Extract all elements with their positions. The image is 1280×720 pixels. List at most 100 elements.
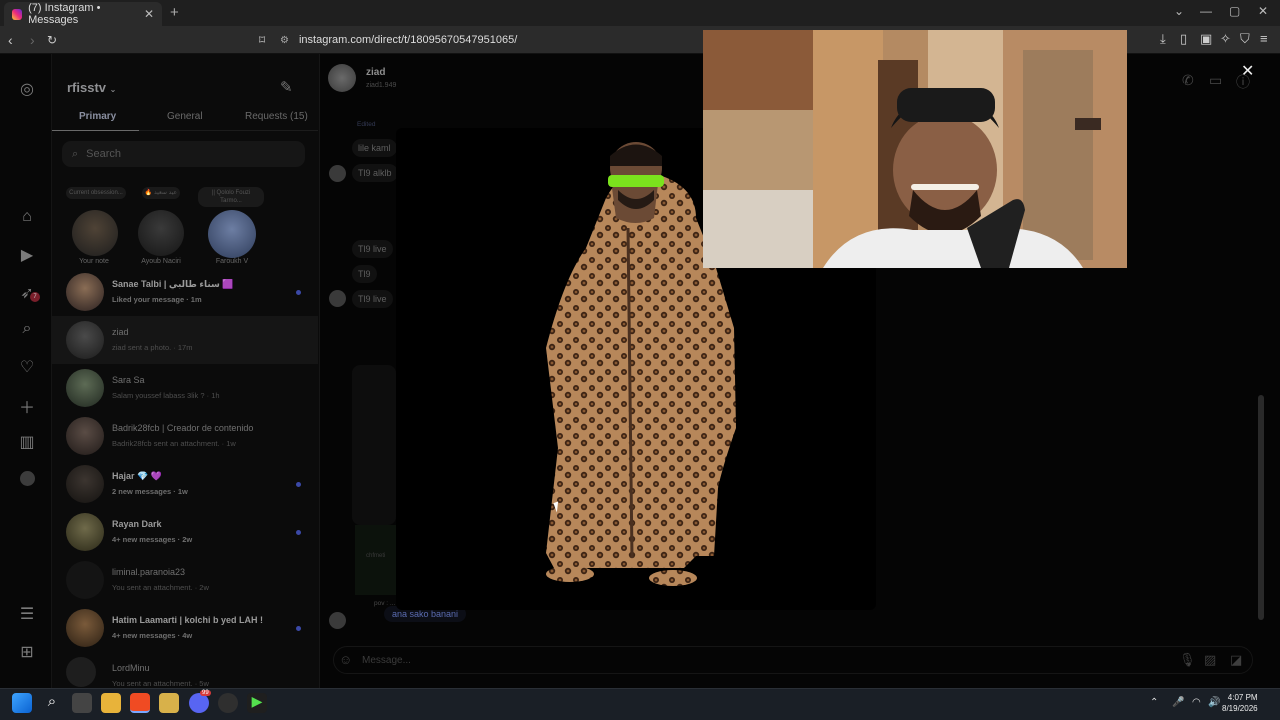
volume-icon[interactable]: 🔊 bbox=[1208, 697, 1220, 708]
emoji-icon[interactable]: ☺ bbox=[339, 652, 352, 667]
tab-general[interactable]: General bbox=[167, 111, 203, 122]
conversation-name: LordMinu bbox=[112, 663, 150, 673]
browser-tab[interactable]: (7) Instagram • Messages ✕ bbox=[4, 2, 162, 26]
minimize-button[interactable]: — bbox=[1200, 4, 1212, 18]
shared-media-preview[interactable] bbox=[352, 365, 396, 525]
avatar[interactable] bbox=[72, 210, 118, 256]
conversation-name: Hatim Laamarti | kolchi b yed LAH ! bbox=[112, 615, 264, 625]
task-view-icon[interactable] bbox=[72, 693, 92, 713]
webcam-overlay bbox=[703, 30, 1127, 268]
site-info-icon[interactable]: ⚙ bbox=[280, 35, 289, 46]
clock[interactable]: 4:07 PM 8/19/2026 bbox=[1222, 692, 1258, 714]
forward-icon[interactable]: › bbox=[30, 32, 35, 48]
reload-icon[interactable]: ↻ bbox=[47, 33, 57, 47]
search-field[interactable]: ⌕ Search bbox=[62, 141, 305, 167]
home-icon[interactable]: ⌂ bbox=[17, 208, 37, 226]
bookmark-icon[interactable]: ⌑ bbox=[259, 33, 265, 47]
maximize-button[interactable]: ▢ bbox=[1229, 4, 1240, 18]
conversation-preview: Salam youssef labass 3lik ? · 1h bbox=[112, 391, 220, 400]
profile-avatar[interactable] bbox=[20, 471, 35, 486]
message-bubble: Tl9 live bbox=[352, 240, 393, 258]
taskbar-search-icon[interactable]: ⌕ bbox=[42, 693, 62, 713]
brave-browser-icon[interactable] bbox=[130, 693, 150, 713]
leo-ai-icon[interactable]: ✧ bbox=[1220, 31, 1231, 47]
video-call-icon[interactable]: ▭ bbox=[1209, 72, 1222, 89]
discord-icon[interactable] bbox=[189, 693, 209, 713]
voice-message-icon[interactable]: 🎙 bbox=[1179, 652, 1196, 668]
edited-label: Edited bbox=[357, 121, 376, 128]
clock-time: 4:07 PM bbox=[1227, 693, 1258, 702]
conversation-preview: 4+ new messages · 4w bbox=[112, 631, 193, 640]
start-windows-icon[interactable] bbox=[12, 693, 32, 713]
avatar bbox=[329, 165, 346, 182]
note-bubble[interactable]: Current obsession... bbox=[63, 187, 129, 199]
instagram-logo-icon[interactable]: ◎ bbox=[17, 79, 37, 99]
avatar bbox=[66, 321, 104, 359]
tab-search-icon[interactable]: ⌄ bbox=[1174, 4, 1184, 18]
chat-handle: ziad1.949 bbox=[366, 82, 397, 89]
obs-icon[interactable] bbox=[218, 693, 238, 713]
discord-badge: 99 bbox=[200, 690, 211, 696]
tab-requests[interactable]: Requests (15) bbox=[245, 111, 308, 122]
reels-icon[interactable]: ▶ bbox=[17, 245, 37, 265]
tab-primary[interactable]: Primary bbox=[79, 111, 116, 122]
vpn-shield-icon[interactable]: ⛉ bbox=[1240, 31, 1250, 47]
unread-dot bbox=[296, 530, 301, 535]
back-icon[interactable]: ‹ bbox=[8, 32, 13, 48]
message-bubble: Tl9 bbox=[352, 265, 377, 283]
note-bubble[interactable]: || Qololo Fouzi Tarmo... bbox=[198, 187, 264, 207]
avatar bbox=[66, 513, 104, 551]
download-icon[interactable]: ⤓ bbox=[1160, 31, 1166, 47]
avatar bbox=[66, 273, 104, 311]
conversation-name: Sanae Talbi | سناء طالبي 🟪 bbox=[112, 279, 234, 289]
conversation-preview: Badrik28fcb sent an attachment. · 1w bbox=[112, 439, 236, 448]
microphone-icon[interactable]: 🎤 bbox=[1172, 697, 1184, 708]
url-field[interactable]: ⚙ instagram.com/direct/t/180956705479510… bbox=[280, 30, 705, 50]
unread-dot bbox=[296, 626, 301, 631]
conversation-name: ziad bbox=[112, 327, 129, 337]
note-bubble[interactable]: 🔥 عيد سعيد bbox=[128, 187, 194, 199]
add-photo-icon[interactable]: ▨ bbox=[1204, 652, 1216, 668]
file-explorer-icon[interactable] bbox=[101, 693, 121, 713]
unread-dot bbox=[296, 290, 301, 295]
tab-close-icon[interactable]: ✕ bbox=[144, 7, 154, 21]
message-placeholder: Message... bbox=[362, 654, 411, 666]
compose-icon[interactable]: ✎ bbox=[280, 78, 293, 96]
wallet-icon[interactable]: ▣ bbox=[1200, 31, 1212, 47]
create-icon[interactable]: ＋ bbox=[17, 394, 37, 418]
app-launcher-icon[interactable]: ▶ bbox=[247, 693, 267, 713]
scrollbar[interactable] bbox=[1258, 395, 1264, 620]
wifi-icon[interactable]: ◠ bbox=[1192, 697, 1201, 708]
hidden-icons-chevron-icon[interactable]: ⌃ bbox=[1150, 697, 1158, 708]
new-tab-button[interactable]: + bbox=[170, 4, 179, 21]
also-from-meta-icon[interactable]: ⊞ bbox=[17, 642, 37, 662]
sticker-icon[interactable]: ◪ bbox=[1230, 652, 1242, 668]
search-icon[interactable]: ⌕ bbox=[17, 320, 37, 338]
note-name: Ayoub Naciri bbox=[141, 258, 181, 265]
conversation-preview: Liked your message · 1m bbox=[112, 295, 202, 304]
close-viewer-icon[interactable]: ✕ bbox=[1241, 61, 1254, 81]
sidebar-icon[interactable]: ▯ bbox=[1180, 31, 1187, 47]
close-window-button[interactable]: ✕ bbox=[1258, 4, 1268, 18]
avatar[interactable] bbox=[138, 210, 184, 256]
dashboard-icon[interactable]: ▥ bbox=[17, 432, 37, 452]
active-tab-indicator bbox=[52, 130, 139, 131]
avatar bbox=[329, 290, 346, 307]
chat-avatar[interactable] bbox=[328, 64, 356, 92]
audio-call-icon[interactable]: ✆ bbox=[1182, 72, 1194, 89]
tab-title: (7) Instagram • Messages bbox=[28, 2, 101, 26]
account-switcher[interactable]: rfisstv ⌄ bbox=[67, 80, 116, 95]
notifications-heart-icon[interactable]: ♡ bbox=[17, 357, 37, 377]
avatar[interactable] bbox=[208, 210, 256, 258]
message-input[interactable]: Message... bbox=[333, 646, 1253, 674]
message-bubble: lile kaml bbox=[352, 139, 397, 157]
shared-reel-preview[interactable] bbox=[355, 525, 397, 595]
chat-name[interactable]: ziad bbox=[366, 67, 385, 78]
note-text: || Qololo Fouzi Tarmo... bbox=[198, 187, 264, 207]
menu-icon[interactable]: ≡ bbox=[1260, 31, 1268, 46]
avatar bbox=[66, 561, 104, 599]
app-icon[interactable] bbox=[159, 693, 179, 713]
search-placeholder: Search bbox=[86, 148, 122, 160]
browser-tab-strip bbox=[0, 0, 1280, 26]
more-menu-icon[interactable]: ☰ bbox=[17, 604, 37, 624]
